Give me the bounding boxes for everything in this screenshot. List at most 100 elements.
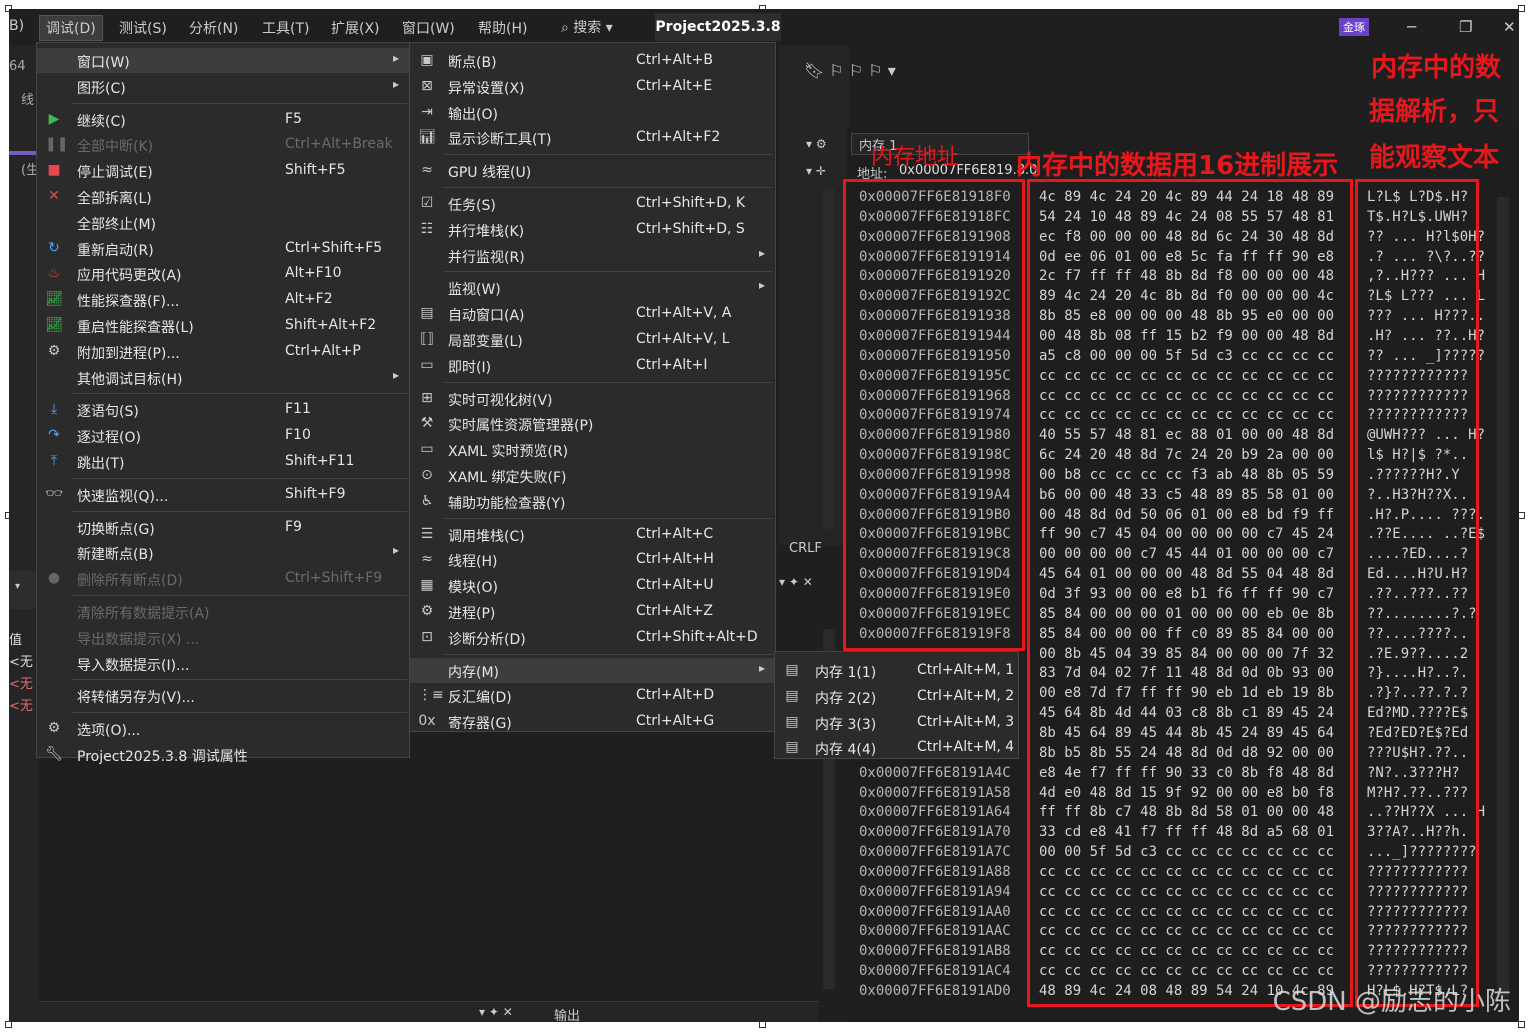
menu-item-显示诊断工具[interactable]: 📊︎ 显示诊断工具(T) Ctrl+Alt+F2 xyxy=(410,125,775,150)
menu-item-内存-2[interactable]: ▤ 内存 2(2) Ctrl+Alt+M, 2 xyxy=(775,684,1018,709)
menu-item-gpu-线程[interactable]: ≈ GPU 线程(U) xyxy=(410,158,775,183)
menu-item-输出[interactable]: ⇥ 输出(O) xyxy=(410,100,775,125)
menu-item-模块[interactable]: ▦ 模块(O) Ctrl+Alt+U xyxy=(410,573,775,598)
menu-item-全部终止[interactable]: 全部终止(M) xyxy=(37,210,409,235)
menu-item-内存[interactable]: 内存(M) ▸ xyxy=(410,657,775,683)
menu-item-shortcut: Shift+F5 xyxy=(285,162,346,179)
menu-item-寄存器[interactable]: 0x 寄存器(G) Ctrl+Alt+G xyxy=(410,709,775,734)
diagnostic-analysis-icon: ⊡ xyxy=(421,628,433,645)
xaml-binding-icon: ⊙ xyxy=(421,467,433,483)
menu-item-将转储另存为[interactable]: 将转储另存为(V)... xyxy=(37,683,409,708)
menu-item-逐语句[interactable]: ⤓ 逐语句(S) F11 xyxy=(37,397,409,422)
menu-item-断点[interactable]: ▣ 断点(B) Ctrl+Alt+B xyxy=(410,48,775,73)
menu-item-xaml-实时预览[interactable]: ▭ XAML 实时预览(R) xyxy=(410,437,775,462)
menu-item-局部变量[interactable]: ⟦⟧ 局部变量(L) Ctrl+Alt+V, L xyxy=(410,327,775,352)
panel-dropdown-icon[interactable]: ▾ ✛ xyxy=(806,164,826,178)
parallel-stacks-icon: ☷ xyxy=(420,220,434,237)
menu-item-异常设置[interactable]: ⊠ 异常设置(X) Ctrl+Alt+E xyxy=(410,74,775,99)
menu-item-内存-3[interactable]: ▤ 内存 3(3) Ctrl+Alt+M, 3 xyxy=(775,710,1018,735)
menu-item-监视[interactable]: 监视(W) ▸ xyxy=(410,275,775,300)
menu-item-shortcut: Ctrl+Alt+E xyxy=(636,77,713,94)
diagnostics-icon: 📊︎ xyxy=(418,129,436,146)
menu-window[interactable]: 窗口(W) xyxy=(402,18,455,38)
output-tab[interactable]: 输出 xyxy=(554,1005,580,1022)
menu-item-内存-1[interactable]: ▤ 内存 1(1) Ctrl+Alt+M, 1 xyxy=(775,658,1018,683)
menu-item-性能探查器[interactable]: 📈︎ 性能探查器(F)... Alt+F2 xyxy=(37,287,409,312)
panel-pin-close[interactable]: ▾ ✦ ✕ xyxy=(779,575,813,589)
menu-item-并行堆栈[interactable]: ☷ 并行堆栈(K) Ctrl+Shift+D, S xyxy=(410,217,775,242)
menu-build[interactable]: B) xyxy=(9,18,24,34)
menu-debug[interactable]: 调试(D) xyxy=(39,15,103,41)
menu-item-实时可视化树[interactable]: ⊞ 实时可视化树(V) xyxy=(410,386,775,411)
menu-extensions[interactable]: 扩展(X) xyxy=(331,18,380,38)
menu-item-应用代码更改[interactable]: ♨ 应用代码更改(A) Alt+F10 xyxy=(37,261,409,286)
menu-item-新建断点[interactable]: 新建断点(B) ▸ xyxy=(37,540,409,565)
menu-item-内存-4[interactable]: ▤ 内存 4(4) Ctrl+Alt+M, 4 xyxy=(775,735,1018,760)
menu-item-shortcut: Ctrl+Shift+Alt+D xyxy=(636,628,758,645)
menu-item-图形[interactable]: 图形(C) ▸ xyxy=(37,74,409,99)
restore-icon[interactable]: ❐ xyxy=(1459,18,1472,36)
annotation-text-1: 内存中的数 xyxy=(1371,53,1502,83)
menu-item-调用堆栈[interactable]: ☰ 调用堆栈(C) Ctrl+Alt+C xyxy=(410,522,775,547)
search-label: 搜索 xyxy=(573,20,602,36)
menu-item-并行监视[interactable]: 并行监视(R) ▸ xyxy=(410,243,775,268)
left-value-2: <无 xyxy=(9,677,33,692)
left-dropdown[interactable]: ▾ xyxy=(9,571,39,609)
menu-item-全部拆离[interactable]: ✕ 全部拆离(L) xyxy=(37,184,409,209)
menu-item-label: 将转储另存为(V)... xyxy=(77,690,195,707)
step-out-icon: ⤒ xyxy=(50,453,58,469)
menu-item-切换断点[interactable]: 切换断点(G) F9 xyxy=(37,515,409,540)
breakpoints-icon: ● xyxy=(47,570,61,587)
minimize-icon[interactable]: ─ xyxy=(1407,18,1416,36)
menu-test[interactable]: 测试(S) xyxy=(119,18,167,38)
menu-item-重新启动[interactable]: ↻ 重新启动(R) Ctrl+Shift+F5 xyxy=(37,236,409,261)
menu-tools[interactable]: 工具(T) xyxy=(262,18,309,38)
menu-item-即时[interactable]: ▭ 即时(I) Ctrl+Alt+I xyxy=(410,353,775,378)
menu-item-停止调试[interactable]: ■ 停止调试(E) Shift+F5 xyxy=(37,158,409,183)
chart-icon: 📈︎ xyxy=(45,291,63,308)
menu-help[interactable]: 帮助(H) xyxy=(478,18,527,38)
search-box[interactable]: ⌕ 搜索 ▾ xyxy=(561,17,613,37)
editor-scrollbar[interactable] xyxy=(823,189,835,529)
menu-item-线程[interactable]: ≈ 线程(H) Ctrl+Alt+H xyxy=(410,547,775,572)
menu-item-快速监视[interactable]: 👓︎ 快速监视(Q)... Shift+F9 xyxy=(37,482,409,507)
menu-item-逐过程[interactable]: ↷ 逐过程(O) F10 xyxy=(37,423,409,448)
address-highlight-box xyxy=(843,179,1025,651)
menu-item-跳出[interactable]: ⤒ 跳出(T) Shift+F11 xyxy=(37,449,409,474)
menu-separator xyxy=(444,271,773,273)
menu-item-继续[interactable]: ▶ 继续(C) F5 xyxy=(37,107,409,132)
panel-options-icon[interactable]: ▾ ⚙ xyxy=(806,137,827,151)
menu-item-实时属性资源管理器[interactable]: ⚒ 实时属性资源管理器(P) xyxy=(410,411,775,436)
menu-item-shortcut: Ctrl+Alt+Z xyxy=(636,603,713,619)
menu-item-xaml-绑定失败[interactable]: ⊙ XAML 绑定失败(F) xyxy=(410,463,775,488)
menu-item-label: 停止调试(E) xyxy=(77,165,153,182)
memory-address: 0x00007FF6E8191AC4 xyxy=(859,963,1011,980)
menu-item-窗口[interactable]: 窗口(W) ▸ xyxy=(37,48,409,73)
memory-address: 0x00007FF6E8191AAC xyxy=(859,923,1011,940)
menu-item-shortcut: Ctrl+Shift+D, S xyxy=(636,220,745,237)
annotation-address: 内存地址 xyxy=(871,145,960,170)
menu-item-shortcut: F11 xyxy=(285,401,311,418)
menu-item-其他调试目标[interactable]: 其他调试目标(H) ▸ xyxy=(37,365,409,390)
line-ending-label[interactable]: CRLF xyxy=(789,541,822,556)
bottom-panel-controls[interactable]: ▾ ✦ ✕ xyxy=(479,1005,513,1019)
menu-item-重启性能探查器[interactable]: 📈︎ 重启性能探查器(L) Shift+Alt+F2 xyxy=(37,313,409,338)
menu-item-project2025-3-8-调试属性[interactable]: 🔧︎ Project2025.3.8 调试属性 xyxy=(37,742,409,767)
call-stack-icon: ☰ xyxy=(420,525,434,542)
menu-item-进程[interactable]: ⚙ 进程(P) Ctrl+Alt+Z xyxy=(410,599,775,624)
menu-separator xyxy=(71,510,407,512)
close-window-icon[interactable]: ✕ xyxy=(1503,18,1516,36)
menu-item-诊断分析[interactable]: ⊡ 诊断分析(D) Ctrl+Shift+Alt+D xyxy=(410,625,775,650)
menu-analyze[interactable]: 分析(N) xyxy=(189,18,238,38)
hex-highlight-box xyxy=(1027,179,1353,1007)
menu-item-自动窗口[interactable]: ▤ 自动窗口(A) Ctrl+Alt+V, A xyxy=(410,301,775,326)
bookmark-toolbar[interactable]: 🔖︎ ⚐ ⚐ ⚐ ▾ xyxy=(804,61,896,80)
account-badge[interactable]: 金琢 xyxy=(1339,18,1369,36)
memory-icon: ▤ xyxy=(785,739,799,756)
menu-item-选项[interactable]: ⚙ 选项(O)... xyxy=(37,716,409,741)
menu-item-导入数据提示[interactable]: 导入数据提示(I)... xyxy=(37,651,409,676)
menu-item-反汇编[interactable]: ⋮≡ 反汇编(D) Ctrl+Alt+D xyxy=(410,683,775,708)
menu-item-附加到进程[interactable]: ⚙ 附加到进程(P)... Ctrl+Alt+P xyxy=(37,339,409,364)
menu-item-辅助功能检查器[interactable]: ♿︎ 辅助功能检查器(Y) xyxy=(410,489,775,514)
menu-item-任务[interactable]: ☑ 任务(S) Ctrl+Shift+D, K xyxy=(410,191,775,216)
